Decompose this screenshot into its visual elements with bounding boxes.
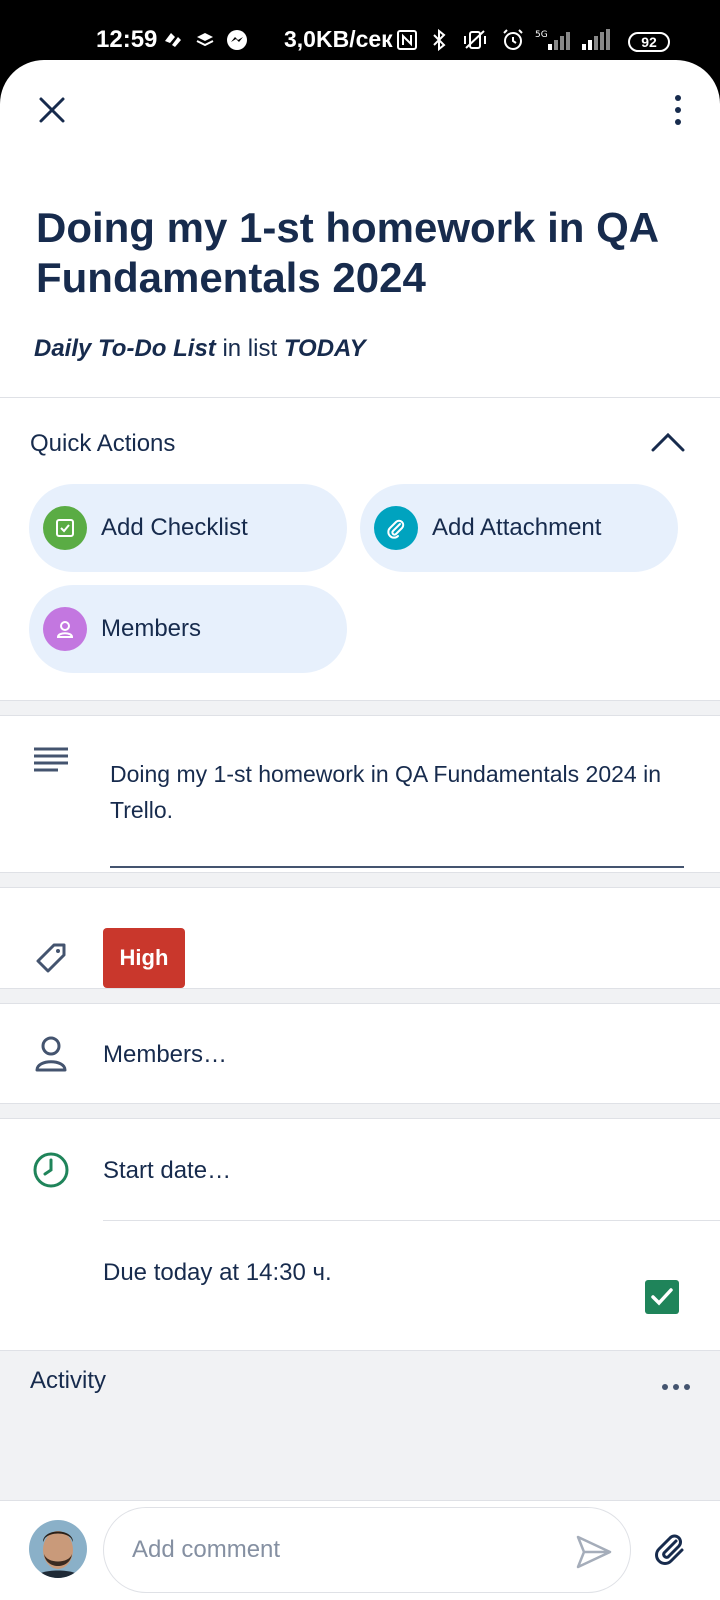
attach-comment-button[interactable] — [648, 1528, 692, 1572]
description-text[interactable]: Doing my 1-st homework in QA Fundamental… — [110, 756, 690, 828]
vibrate-off-icon — [462, 27, 488, 53]
status-time: 12:59 — [96, 26, 158, 53]
svg-text:5G: 5G — [535, 30, 548, 40]
tag-icon — [29, 936, 73, 980]
members-quick-label: Members — [101, 615, 202, 642]
more-vertical-icon — [675, 95, 681, 125]
board-name[interactable]: Daily To-Do List — [34, 335, 216, 362]
activity-section — [0, 1350, 720, 1500]
messenger-icon — [224, 27, 250, 53]
activity-title: Activity — [30, 1367, 107, 1394]
close-icon — [39, 97, 65, 123]
divider — [103, 1220, 720, 1221]
send-icon — [576, 1535, 612, 1569]
description-underline — [110, 866, 684, 868]
network-speed: 3,0KB/сек — [284, 26, 393, 52]
description-lines-icon — [29, 738, 73, 782]
start-date-row[interactable]: Start date… — [103, 1157, 231, 1185]
due-date-row[interactable]: Due today at 14:30 ч. — [103, 1259, 332, 1287]
checklist-icon — [43, 506, 87, 550]
person-icon — [29, 1032, 73, 1076]
card-menu-button[interactable] — [656, 86, 700, 134]
add-attachment-button[interactable]: Add Attachment — [360, 484, 678, 572]
divider — [0, 397, 720, 398]
bluetooth-icon — [426, 27, 452, 53]
signal-icon — [580, 27, 612, 53]
signal-5g-icon: 5G — [534, 27, 574, 53]
quick-actions-title: Quick Actions — [30, 430, 176, 457]
person-icon — [43, 607, 87, 651]
add-checklist-button[interactable]: Add Checklist — [29, 484, 347, 572]
section-gap — [0, 988, 720, 1004]
close-button[interactable] — [28, 86, 76, 134]
battery-indicator: 92 — [628, 32, 670, 52]
members-quick-button[interactable]: Members — [29, 585, 347, 673]
alarm-icon — [500, 27, 526, 53]
section-gap — [0, 1103, 720, 1119]
send-comment-button[interactable] — [572, 1530, 616, 1574]
members-row[interactable]: Members… — [103, 1041, 227, 1069]
app-notification-icon — [160, 27, 186, 53]
card-location: Daily To-Do List in list TODAY — [34, 335, 366, 363]
avatar[interactable] — [29, 1520, 87, 1578]
add-checklist-label: Add Checklist — [101, 514, 248, 541]
label-high[interactable]: High — [103, 928, 185, 988]
chevron-up-icon — [651, 432, 685, 452]
layers-icon — [192, 27, 218, 53]
quick-actions-collapse-button[interactable] — [648, 426, 688, 458]
nfc-icon — [394, 27, 420, 53]
more-horizontal-icon — [662, 1384, 690, 1390]
paperclip-icon — [655, 1534, 684, 1565]
list-name[interactable]: TODAY — [284, 335, 366, 362]
in-list-text: in list — [222, 335, 278, 362]
paperclip-icon — [374, 506, 418, 550]
status-bar: 12:59 3,0KB/сек 5G 92 — [0, 0, 720, 62]
card-title[interactable]: Doing my 1-st homework in QA Fundamental… — [36, 203, 676, 303]
check-icon — [651, 1288, 673, 1306]
card-detail-sheet: Doing my 1-st homework in QA Fundamental… — [0, 60, 720, 1600]
comment-input[interactable] — [103, 1507, 631, 1593]
section-gap — [0, 700, 720, 716]
add-attachment-label: Add Attachment — [432, 514, 602, 541]
section-gap — [0, 872, 720, 888]
activity-menu-button[interactable] — [656, 1372, 696, 1402]
due-complete-checkbox[interactable] — [645, 1280, 679, 1314]
clock-icon — [29, 1148, 73, 1192]
